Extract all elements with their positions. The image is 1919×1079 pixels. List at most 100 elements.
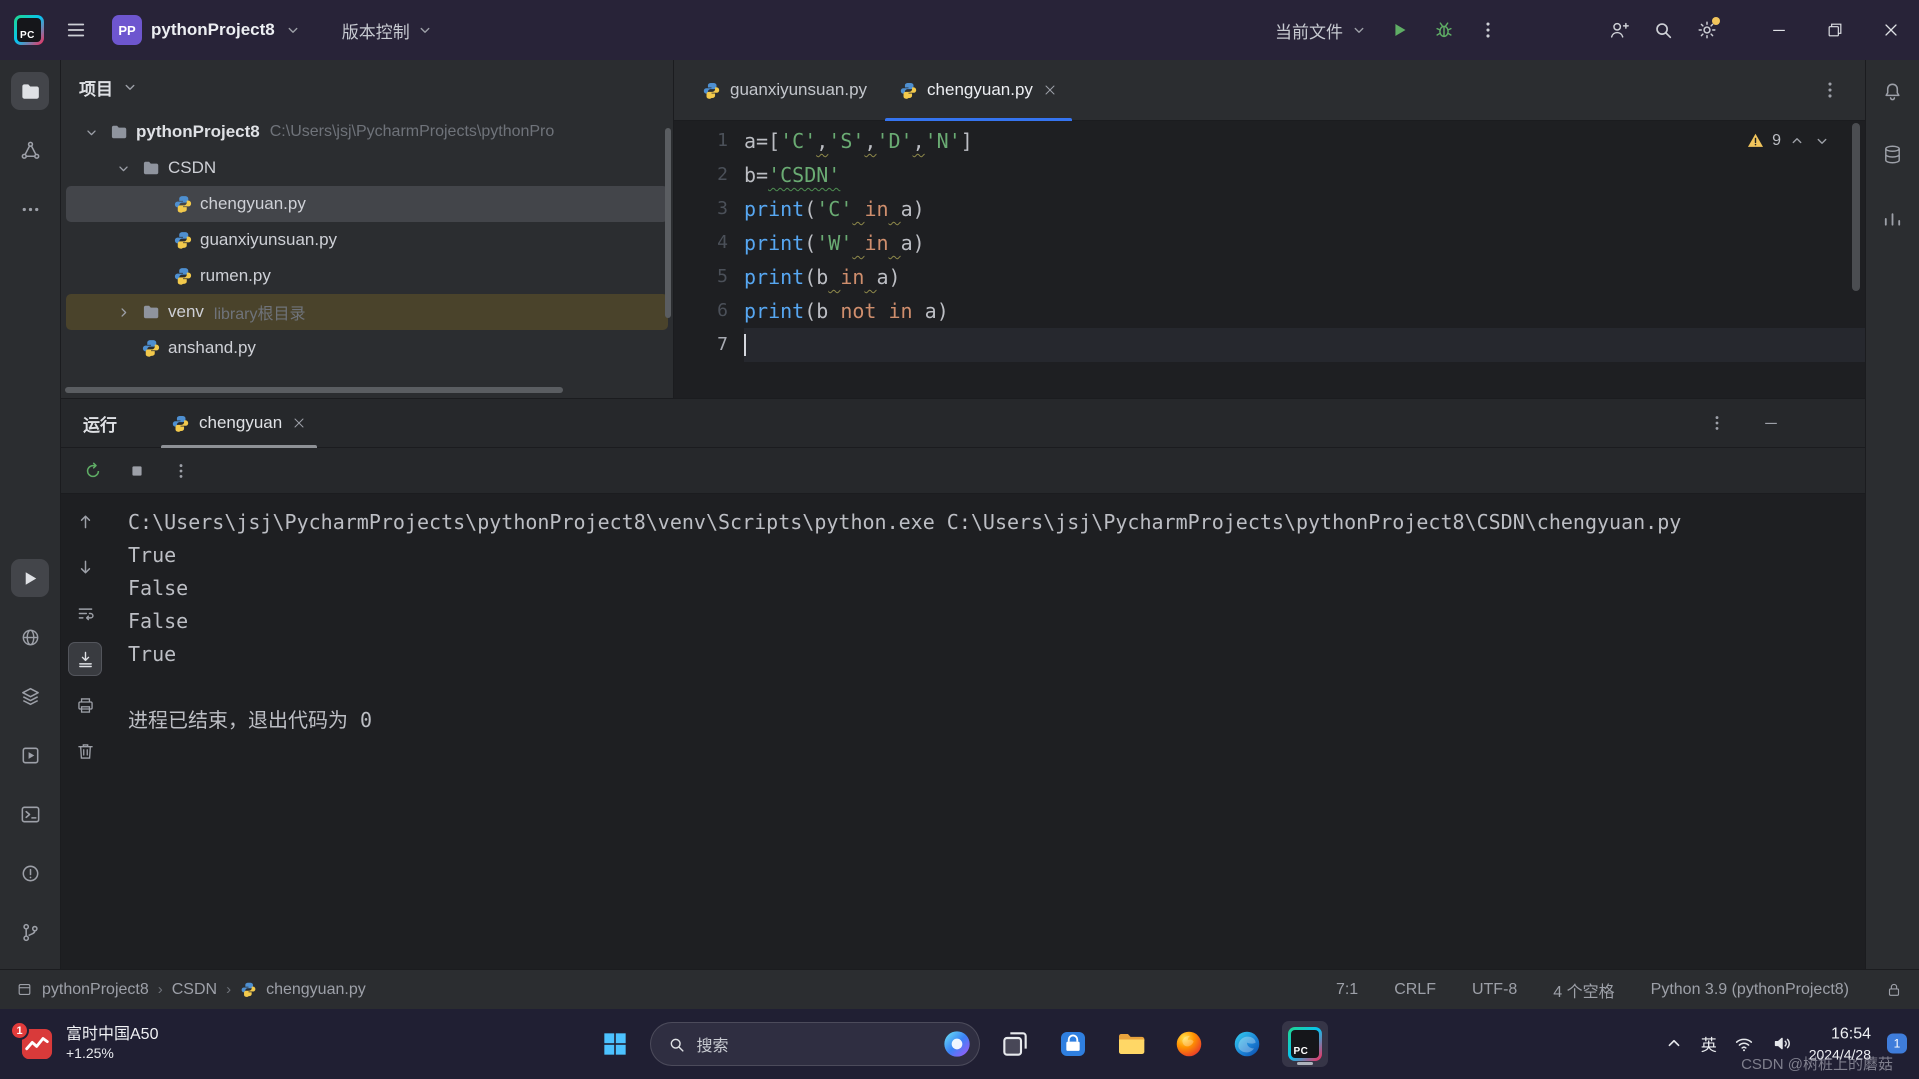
settings-button[interactable] bbox=[1689, 12, 1725, 48]
task-view-taskbar-icon[interactable] bbox=[992, 1021, 1038, 1067]
up-the-stack-trace-button[interactable] bbox=[68, 504, 102, 538]
editor-body[interactable]: 1 2 3 4 5 6 7 a=['C','S','D','N'] b='CSDN' print… bbox=[674, 121, 1865, 398]
indent-setting[interactable]: 4 个空格 bbox=[1553, 978, 1614, 1002]
problems-button[interactable] bbox=[11, 854, 49, 892]
pycharm-taskbar-icon[interactable]: PC bbox=[1281, 1021, 1328, 1067]
minimize-button[interactable] bbox=[1751, 0, 1807, 60]
widgets-button[interactable]: 1 富时中国A50 +1.25% bbox=[6, 1015, 170, 1073]
vcs-widget[interactable]: 版本控制 bbox=[342, 18, 434, 43]
project-tree-vertical-scrollbar[interactable] bbox=[665, 128, 671, 318]
inspection-widget[interactable]: 9 bbox=[1746, 131, 1831, 150]
run-header-icons bbox=[1701, 399, 1787, 447]
services-button[interactable] bbox=[11, 736, 49, 774]
code-line-6: print(b not in a) bbox=[744, 299, 949, 323]
breadcrumb-file[interactable]: chengyuan.py bbox=[266, 981, 366, 999]
chevron-down-icon[interactable] bbox=[80, 122, 102, 142]
lock-icon[interactable] bbox=[1885, 981, 1903, 999]
folder-icon bbox=[109, 122, 129, 142]
file-explorer-taskbar-icon[interactable] bbox=[1108, 1021, 1154, 1067]
python-packages-button[interactable] bbox=[11, 677, 49, 715]
console-line: False bbox=[128, 576, 189, 600]
run-button[interactable] bbox=[11, 559, 49, 597]
widget-title: 富时中国A50 bbox=[66, 1026, 159, 1044]
hide-panel-button[interactable] bbox=[1755, 407, 1787, 439]
tree-item-guanxiyunsuan.py[interactable]: guanxiyunsuan.py bbox=[66, 222, 668, 258]
editor-tabs: guanxiyunsuan.py chengyuan.py bbox=[686, 60, 1074, 121]
editor-tab-guanxiyunsuan.py[interactable]: guanxiyunsuan.py bbox=[686, 60, 883, 120]
breadcrumb-project[interactable]: pythonProject8 bbox=[42, 981, 149, 999]
code-with-me-button[interactable] bbox=[1601, 12, 1637, 48]
editor-scrollbar[interactable] bbox=[1852, 123, 1860, 291]
next-problem-chevron-down-icon[interactable] bbox=[1813, 132, 1831, 150]
project-panel-header[interactable]: 项目 bbox=[61, 60, 673, 114]
line-separator[interactable]: CRLF bbox=[1394, 981, 1436, 999]
soft-wrap-button[interactable] bbox=[68, 596, 102, 630]
tab-options-ellipsis-icon[interactable] bbox=[1819, 79, 1841, 101]
python-console-button[interactable] bbox=[11, 618, 49, 656]
clear-all-button[interactable] bbox=[68, 734, 102, 768]
project-button[interactable] bbox=[11, 72, 49, 110]
tree-item-rumen.py[interactable]: rumen.py bbox=[66, 258, 668, 294]
volume-icon[interactable] bbox=[1771, 1033, 1793, 1055]
project-tree-horizontal-scrollbar[interactable] bbox=[65, 387, 563, 393]
python-icon bbox=[173, 230, 193, 250]
start-button[interactable] bbox=[592, 1021, 638, 1067]
tree-item-chengyuan.py[interactable]: chengyuan.py bbox=[66, 186, 668, 222]
wifi-icon[interactable] bbox=[1733, 1033, 1755, 1055]
tree-item-venv[interactable]: venv library根目录 bbox=[66, 294, 668, 330]
close-icon[interactable] bbox=[291, 415, 307, 431]
terminal-button[interactable] bbox=[11, 795, 49, 833]
firefox-taskbar-icon[interactable] bbox=[1166, 1021, 1212, 1067]
scroll-to-end-button[interactable] bbox=[68, 642, 102, 676]
profiler-button[interactable] bbox=[1874, 198, 1912, 236]
search-everywhere-button[interactable] bbox=[1645, 12, 1681, 48]
print-button[interactable] bbox=[68, 688, 102, 722]
stop-button[interactable] bbox=[121, 455, 153, 487]
store-taskbar-icon[interactable] bbox=[1050, 1021, 1096, 1067]
more-button[interactable] bbox=[165, 455, 197, 487]
console-line: C:\Users\jsj\PycharmProjects\pythonProje… bbox=[128, 510, 1694, 534]
console-output[interactable]: C:\Users\jsj\PycharmProjects\pythonProje… bbox=[109, 494, 1865, 969]
edge-taskbar-icon[interactable] bbox=[1224, 1021, 1270, 1067]
more-tool-windows-button[interactable] bbox=[11, 190, 49, 228]
file-encoding[interactable]: UTF-8 bbox=[1472, 981, 1517, 999]
more-options-button[interactable] bbox=[1701, 407, 1733, 439]
structure-button[interactable] bbox=[11, 131, 49, 169]
notifications-button[interactable] bbox=[1874, 72, 1912, 110]
warning-icon bbox=[1746, 131, 1765, 150]
tree-item-anshand.py[interactable]: anshand.py bbox=[66, 330, 668, 366]
version-control-button[interactable] bbox=[11, 913, 49, 951]
tray-chevron-up-icon[interactable] bbox=[1663, 1033, 1685, 1055]
run-configuration-selector[interactable]: 当前文件 bbox=[1275, 18, 1368, 43]
main-menu-hamburger-icon[interactable] bbox=[58, 12, 94, 48]
chevron-right-icon[interactable] bbox=[112, 302, 134, 322]
restore-button[interactable] bbox=[1807, 0, 1863, 60]
editor-tab-chengyuan.py[interactable]: chengyuan.py bbox=[883, 60, 1074, 121]
breadcrumb-folder[interactable]: CSDN bbox=[172, 981, 217, 999]
taskbar-search[interactable]: 搜索 bbox=[649, 1022, 980, 1066]
debug-button[interactable] bbox=[1426, 12, 1462, 48]
more-actions-button[interactable] bbox=[1470, 12, 1506, 48]
ime-indicator[interactable]: 英 bbox=[1701, 1032, 1717, 1056]
chevron-down-icon[interactable] bbox=[112, 158, 134, 178]
folder-icon bbox=[141, 158, 161, 178]
clock[interactable]: 16:54 2024/4/28 bbox=[1809, 1025, 1871, 1064]
code-lines[interactable]: a=['C','S','D','N'] b='CSDN' print('C' in … bbox=[744, 121, 1865, 398]
tree-item-pythonProject8[interactable]: pythonProject8 C:\Users\jsj\PycharmProjec… bbox=[66, 114, 668, 150]
caret-position[interactable]: 7:1 bbox=[1336, 981, 1358, 999]
close-icon[interactable] bbox=[1042, 82, 1058, 98]
titlebar: PC PP pythonProject8 版本控制 当前文件 bbox=[0, 0, 1919, 60]
down-the-stack-trace-button[interactable] bbox=[68, 550, 102, 584]
line-number: 2 bbox=[717, 164, 728, 185]
rerun-button[interactable] bbox=[77, 455, 109, 487]
database-button[interactable] bbox=[1874, 135, 1912, 173]
notification-count-badge[interactable]: 1 bbox=[1887, 1033, 1907, 1054]
run-button[interactable] bbox=[1382, 12, 1418, 48]
tree-item-CSDN[interactable]: CSDN bbox=[66, 150, 668, 186]
run-tab-chengyuan[interactable]: chengyuan bbox=[157, 399, 321, 448]
previous-problem-chevron-up-icon[interactable] bbox=[1788, 132, 1806, 150]
close-button[interactable] bbox=[1863, 0, 1919, 60]
project-switcher[interactable]: PP pythonProject8 bbox=[112, 15, 302, 45]
python-interpreter[interactable]: Python 3.9 (pythonProject8) bbox=[1651, 981, 1849, 999]
line-number: 6 bbox=[717, 300, 728, 321]
